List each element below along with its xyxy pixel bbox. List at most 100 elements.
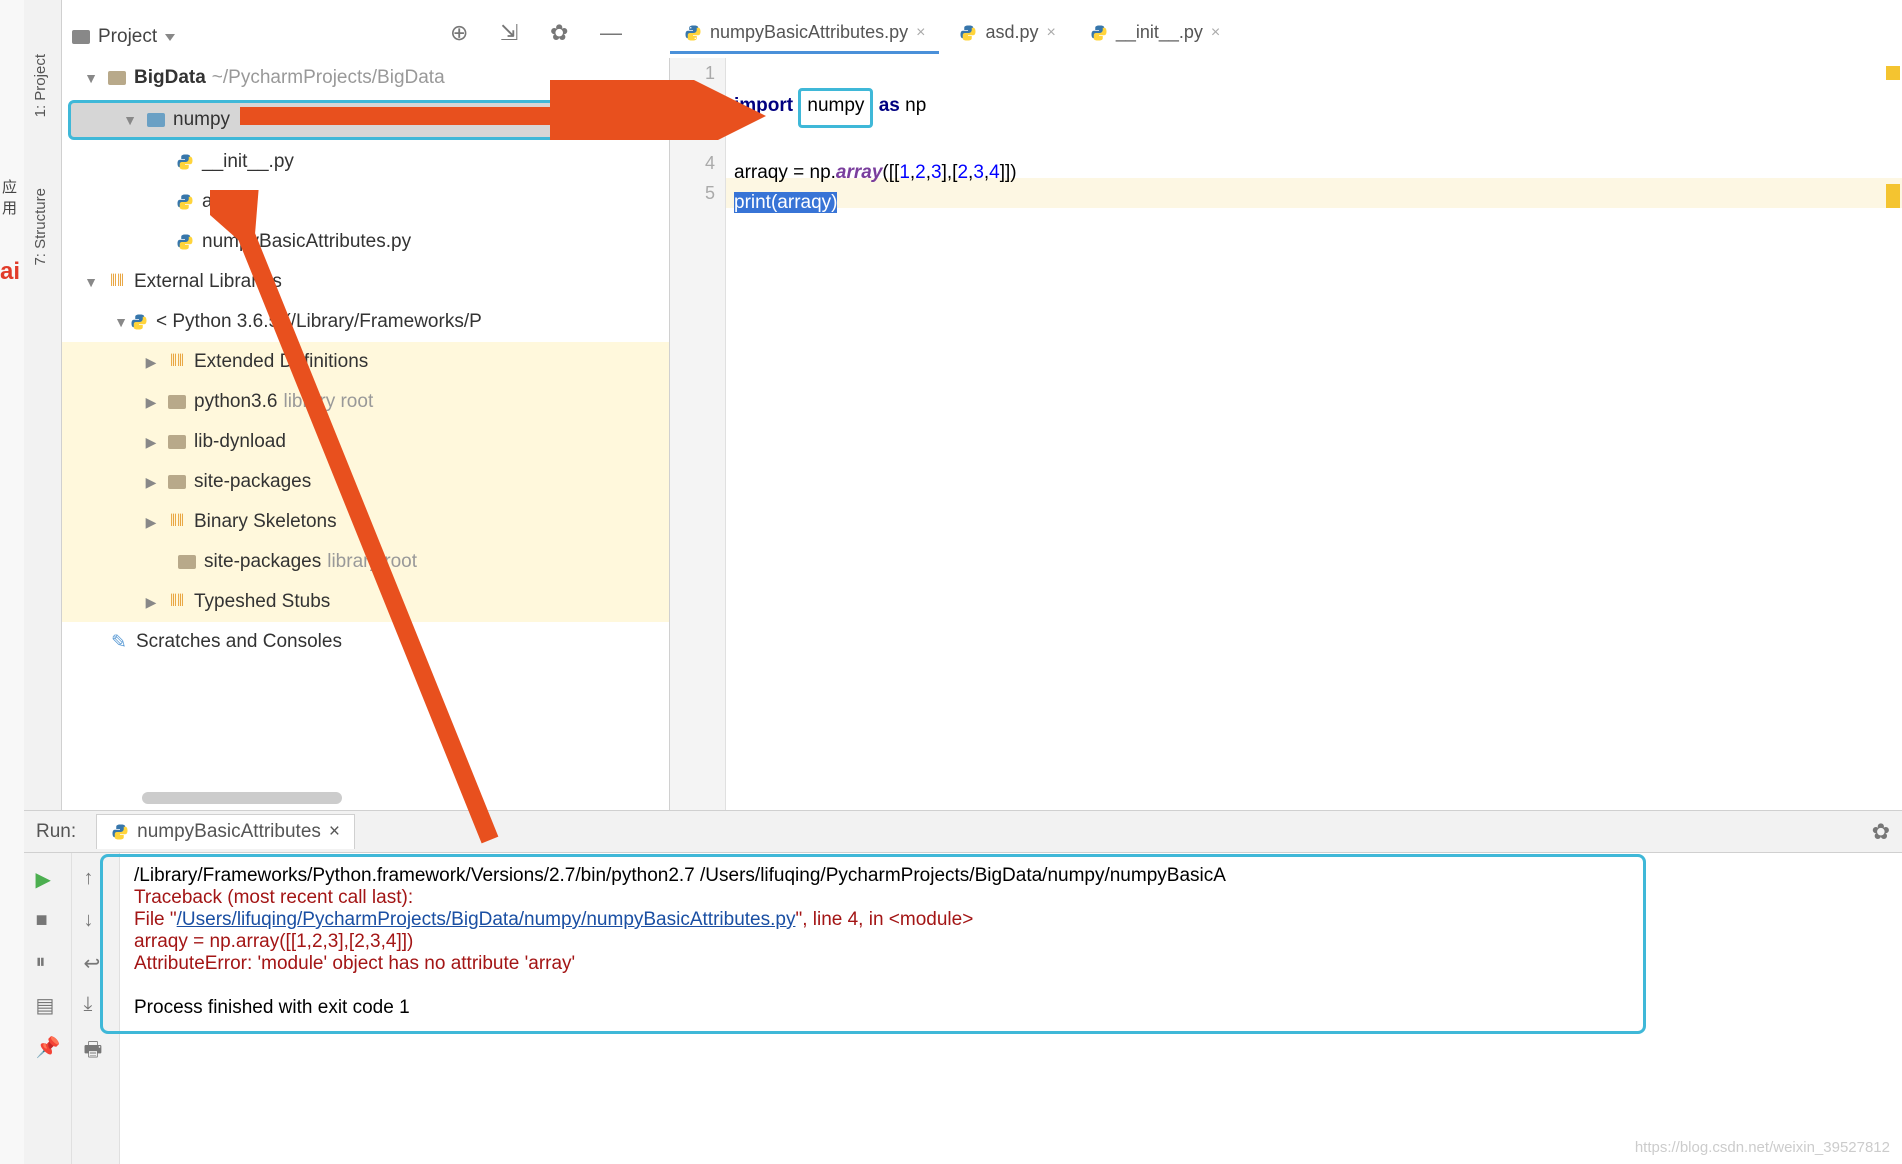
root-name: BigData bbox=[134, 67, 206, 89]
console-line: AttributeError: 'module' object has no a… bbox=[134, 953, 1888, 975]
watermark: https://blog.csdn.net/weixin_39527812 bbox=[1635, 1139, 1890, 1156]
expand-icon[interactable]: ▼ bbox=[112, 314, 130, 330]
tree-file-nba[interactable]: numpyBasicAttributes.py bbox=[62, 222, 669, 262]
tree-typeshed[interactable]: ▶ ⦀⦀ Typeshed Stubs bbox=[62, 582, 669, 622]
gear-icon[interactable]: ✿ bbox=[1872, 819, 1890, 845]
tree-ext-def[interactable]: ▶ ⦀⦀ Extended Definitions bbox=[62, 342, 669, 382]
library-icon: ⦀⦀ bbox=[166, 593, 188, 611]
python-icon bbox=[1090, 24, 1108, 42]
expand-icon[interactable]: ▶ bbox=[142, 394, 160, 411]
close-icon[interactable]: × bbox=[1046, 24, 1055, 42]
code-content[interactable]: import numpy as np arraqy = np.array([[1… bbox=[734, 58, 1017, 218]
tab-numpybasic[interactable]: numpyBasicAttributes.py × bbox=[670, 14, 939, 54]
tree-label: lib-dynload bbox=[194, 431, 286, 453]
settings-icon[interactable]: ✿ bbox=[550, 20, 572, 42]
python-icon bbox=[130, 313, 148, 331]
expand-icon[interactable]: ▶ bbox=[142, 354, 160, 371]
project-tree: ▼ BigData ~/PycharmProjects/BigData ▼ nu… bbox=[62, 58, 670, 810]
tree-python-sdk[interactable]: ▼ < Python 3.6.5 (/Library/Frameworks/P bbox=[62, 302, 669, 342]
tab-label: asd.py bbox=[985, 22, 1038, 43]
scroll-icon[interactable]: ⤓ bbox=[84, 993, 108, 1017]
collapse-icon[interactable]: ⇲ bbox=[500, 20, 522, 42]
print-icon[interactable]: 🖶 bbox=[84, 1035, 108, 1059]
pause-icon[interactable]: ⏸ bbox=[36, 951, 60, 975]
tree-numpy-folder[interactable]: ▼ numpy bbox=[68, 100, 663, 140]
up-icon[interactable]: ↑ bbox=[84, 867, 108, 891]
folder-icon bbox=[178, 555, 196, 569]
scrollbar-thumb[interactable] bbox=[142, 792, 342, 804]
close-icon[interactable]: × bbox=[1211, 24, 1220, 42]
project-tool-tab[interactable]: 1: Project bbox=[32, 46, 49, 125]
expand-icon[interactable]: ▶ bbox=[142, 474, 160, 491]
run-actions-col1: ▶ ■ ⏸ ▤ 📌 bbox=[24, 853, 72, 1164]
root-path: ~/PycharmProjects/BigData bbox=[212, 67, 445, 89]
console-line: Process finished with exit code 1 bbox=[134, 997, 1888, 1019]
hide-icon[interactable]: — bbox=[600, 20, 622, 42]
line-num: 5 bbox=[670, 178, 715, 208]
wrap-icon[interactable]: ↩ bbox=[84, 951, 108, 975]
pin-icon[interactable]: 📌 bbox=[36, 1035, 60, 1059]
tree-file-asd[interactable]: asd.py bbox=[62, 182, 669, 222]
folder-label: numpy bbox=[173, 109, 230, 131]
console-line: File "/Users/lifuqing/PycharmProjects/Bi… bbox=[134, 909, 1888, 931]
tree-py36[interactable]: ▶ python3.6 library root bbox=[62, 382, 669, 422]
tree-sp1[interactable]: ▶ site-packages bbox=[62, 462, 669, 502]
tab-asd[interactable]: asd.py × bbox=[945, 14, 1069, 54]
expand-icon[interactable]: ▼ bbox=[121, 112, 139, 128]
tab-init[interactable]: __init__.py × bbox=[1076, 14, 1234, 54]
console-line: Traceback (most recent call last): bbox=[134, 887, 1888, 909]
tree-label: Binary Skeletons bbox=[194, 511, 337, 533]
tree-label: < Python 3.6.5 (/Library/Frameworks/P bbox=[156, 311, 482, 333]
close-icon[interactable]: × bbox=[916, 24, 925, 42]
locate-icon[interactable]: ⊕ bbox=[450, 20, 472, 42]
run-header: Run: numpyBasicAttributes × ✿ bbox=[24, 811, 1902, 853]
expand-icon[interactable]: ▶ bbox=[142, 594, 160, 611]
python-icon bbox=[959, 24, 977, 42]
code-line-2: import numpy as np bbox=[734, 88, 1017, 128]
browser-sidebar: 应用 ai bbox=[0, 0, 24, 1164]
folder-icon bbox=[72, 30, 90, 44]
gutter: 1 2 3 4 5 bbox=[670, 58, 726, 810]
tree-label: Extended Definitions bbox=[194, 351, 368, 373]
tree-label: Typeshed Stubs bbox=[194, 591, 330, 613]
console-line: arraqy = np.array([[1,2,3],[2,3,4]]) bbox=[134, 931, 1888, 953]
library-icon: ⦀⦀ bbox=[106, 273, 128, 291]
file-label: numpyBasicAttributes.py bbox=[202, 231, 411, 253]
folder-icon bbox=[168, 395, 186, 409]
tree-scratches[interactable]: ✎ Scratches and Consoles bbox=[62, 622, 669, 662]
run-tab-label: numpyBasicAttributes bbox=[137, 821, 321, 843]
down-icon[interactable]: ↓ bbox=[84, 909, 108, 933]
warning-marker[interactable] bbox=[1886, 66, 1900, 80]
tree-sp2[interactable]: site-packages library root bbox=[62, 542, 669, 582]
file-link[interactable]: /Users/lifuqing/PycharmProjects/BigData/… bbox=[177, 909, 796, 930]
dropdown-icon bbox=[165, 34, 175, 41]
python-icon bbox=[176, 193, 194, 211]
python-icon bbox=[176, 153, 194, 171]
expand-icon[interactable]: ▶ bbox=[142, 434, 160, 451]
console-output[interactable]: /Library/Frameworks/Python.framework/Ver… bbox=[120, 853, 1902, 1164]
structure-tool-tab[interactable]: 7: Structure bbox=[32, 180, 49, 274]
expand-icon[interactable]: ▶ bbox=[142, 514, 160, 531]
layout-icon[interactable]: ▤ bbox=[36, 993, 60, 1017]
tree-binskel[interactable]: ▶ ⦀⦀ Binary Skeletons bbox=[62, 502, 669, 542]
code-editor[interactable]: 1 2 3 4 5 import numpy as np arraqy = np… bbox=[670, 58, 1902, 810]
expand-icon[interactable]: ▼ bbox=[82, 70, 100, 86]
expand-icon[interactable]: ▼ bbox=[82, 274, 100, 290]
tree-label: site-packages bbox=[194, 471, 311, 493]
python-icon bbox=[176, 233, 194, 251]
line-num: 4 bbox=[670, 148, 715, 178]
tree-file-init[interactable]: __init__.py bbox=[62, 142, 669, 182]
tree-external-libs[interactable]: ▼ ⦀⦀ External Libraries bbox=[62, 262, 669, 302]
folder-icon bbox=[108, 71, 126, 85]
tree-libdyn[interactable]: ▶ lib-dynload bbox=[62, 422, 669, 462]
rerun-icon[interactable]: ▶ bbox=[36, 867, 60, 891]
warning-marker[interactable] bbox=[1886, 184, 1900, 208]
code-line-1 bbox=[734, 58, 1017, 88]
stop-icon[interactable]: ■ bbox=[36, 909, 60, 933]
tab-label: __init__.py bbox=[1116, 22, 1203, 43]
tree-root[interactable]: ▼ BigData ~/PycharmProjects/BigData bbox=[62, 58, 669, 98]
project-view-selector[interactable]: Project bbox=[62, 22, 185, 52]
close-icon[interactable]: × bbox=[329, 821, 340, 843]
run-config-tab[interactable]: numpyBasicAttributes × bbox=[96, 814, 355, 849]
ai-logo: ai bbox=[0, 258, 20, 286]
